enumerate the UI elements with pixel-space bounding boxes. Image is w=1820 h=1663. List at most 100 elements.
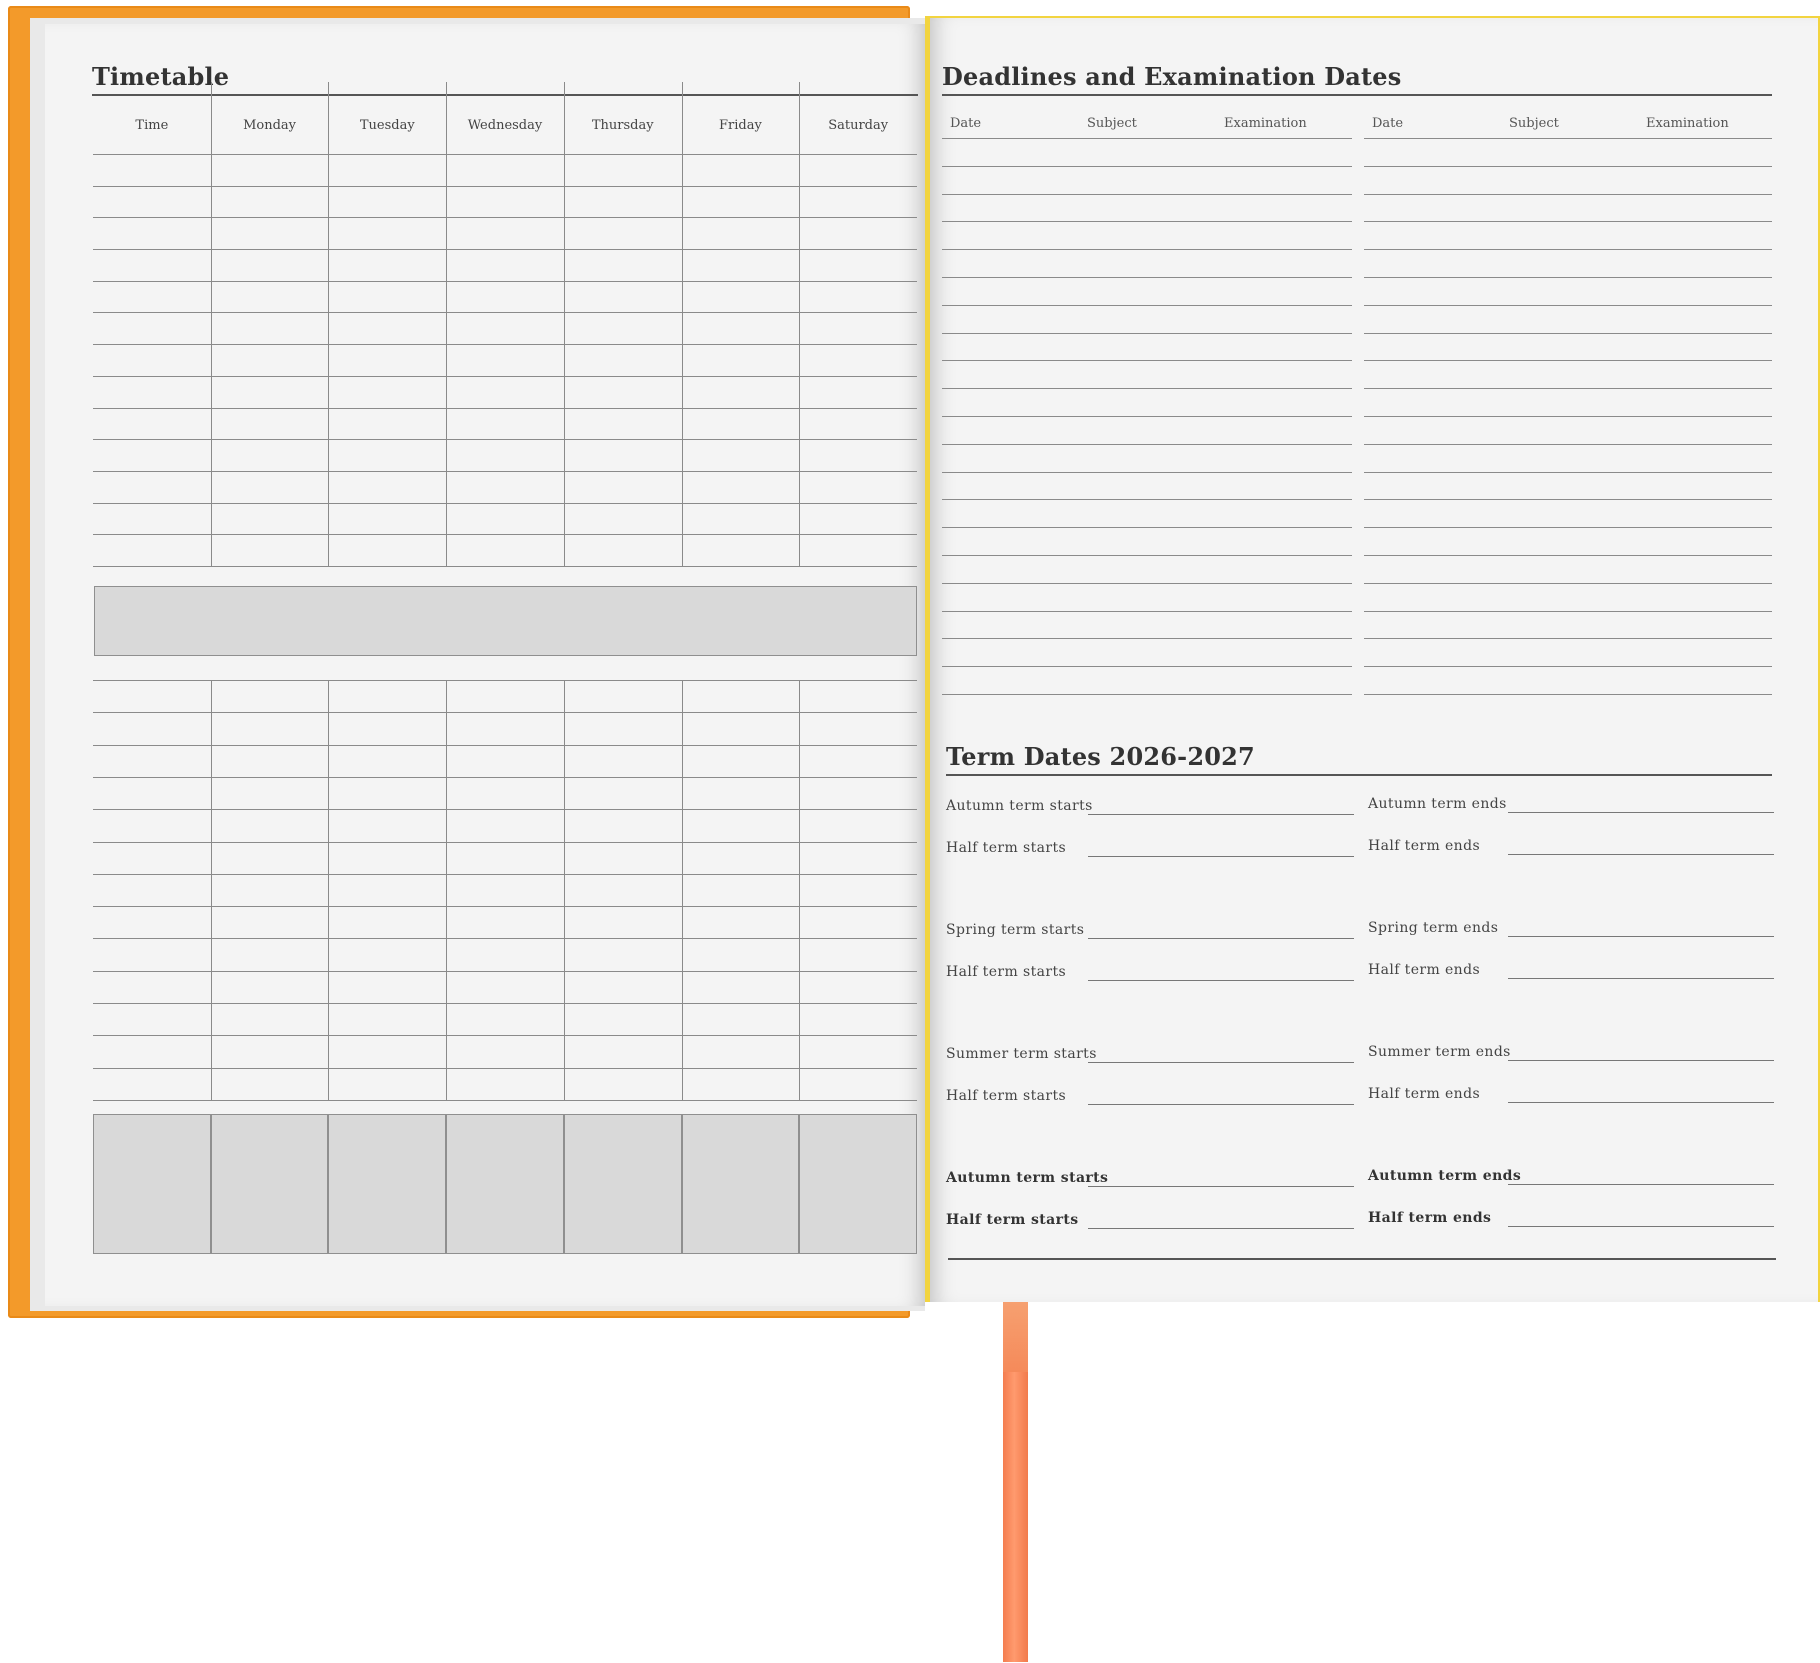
term-start-date-line[interactable] — [1088, 1104, 1354, 1105]
deadlines-entry-line[interactable] — [1364, 471, 1772, 473]
deadlines-entry-line[interactable] — [1364, 304, 1772, 306]
deadlines-entry-line[interactable] — [942, 499, 1352, 501]
timetable-bottom-block — [799, 1114, 917, 1254]
timetable-grid-upper-row-line — [93, 534, 917, 536]
term-start-label: Half term starts — [946, 1088, 1067, 1104]
deadlines-entry-line[interactable] — [942, 388, 1352, 390]
term-end-label: Autumn term ends — [1368, 796, 1507, 812]
term-end-date-line[interactable] — [1508, 936, 1774, 937]
deadlines-entry-line[interactable] — [1364, 388, 1772, 390]
deadlines-entry-line[interactable] — [1364, 582, 1772, 584]
deadlines-entry-line[interactable] — [942, 165, 1352, 167]
timetable-grid-upper-row-line — [93, 375, 917, 377]
term-end-date-line[interactable] — [1508, 1102, 1774, 1103]
term-end-label: Half term ends — [1368, 1210, 1492, 1226]
deadlines-entry-line[interactable] — [1364, 443, 1772, 445]
timetable-grid-lower-row-line — [93, 906, 917, 908]
deadlines-entry-line[interactable] — [1364, 221, 1772, 223]
term-start-date-line[interactable] — [1088, 1228, 1354, 1229]
term-start-date-line[interactable] — [1088, 1062, 1354, 1063]
timetable-grid-upper-row-line — [93, 407, 917, 409]
timetable-grid-lower-row-line — [93, 873, 917, 875]
deadlines-entry-line[interactable] — [1364, 360, 1772, 362]
term-start-label: Half term starts — [946, 964, 1067, 980]
deadlines-entry-line[interactable] — [942, 610, 1352, 612]
deadlines-entry-line[interactable] — [1364, 499, 1772, 501]
timetable-grid-lower-col-line — [799, 680, 801, 1100]
timetable-bottom-block — [328, 1114, 447, 1254]
term-end-label: Half term ends — [1368, 962, 1481, 978]
deadlines-entry-line[interactable] — [942, 416, 1352, 417]
timetable-bottom-block — [446, 1114, 564, 1254]
term-end-date-line[interactable] — [1508, 812, 1774, 813]
deadlines-entry-line[interactable] — [942, 193, 1352, 195]
ribbon-bookmark-top — [1003, 1302, 1028, 1372]
deadlines-entry-line[interactable] — [942, 277, 1352, 278]
timetable-grid-lower-row-line — [93, 1067, 917, 1069]
term-start-label: Summer term starts — [946, 1046, 1097, 1062]
timetable-grid-upper-col-line — [210, 82, 212, 566]
deadlines-entry-line[interactable] — [1364, 527, 1772, 529]
timetable-column-header: Monday — [243, 118, 297, 133]
term-start-label: Autumn term starts — [946, 1170, 1109, 1186]
deadlines-entry-line[interactable] — [1364, 638, 1772, 640]
deadlines-column-header: Examination — [1224, 116, 1307, 131]
timetable-column-header: Friday — [719, 118, 762, 133]
term-start-label: Spring term starts — [946, 922, 1085, 938]
deadlines-entry-line[interactable] — [1364, 332, 1772, 334]
deadlines-entry-line[interactable] — [942, 555, 1352, 556]
deadlines-entry-line[interactable] — [1364, 193, 1772, 195]
deadlines-entry-line[interactable] — [1364, 416, 1772, 417]
term-start-label: Autumn term starts — [946, 798, 1093, 814]
deadlines-entry-line[interactable] — [942, 249, 1352, 251]
timetable-grid-lower-row-line — [93, 1100, 917, 1101]
deadlines-entry-line[interactable] — [942, 694, 1352, 695]
deadlines-entry-line[interactable] — [1364, 277, 1772, 278]
term-dates-title: Term Dates 2026-2027 — [946, 742, 1255, 771]
deadlines-entry-line[interactable] — [942, 332, 1352, 334]
deadlines-entry-line[interactable] — [942, 666, 1352, 668]
deadlines-entry-line[interactable] — [942, 527, 1352, 529]
timetable-break-band — [94, 586, 917, 656]
deadlines-entry-line[interactable] — [942, 443, 1352, 445]
term-start-label: Half term starts — [946, 1212, 1079, 1228]
deadlines-column-header: Examination — [1646, 116, 1729, 131]
deadlines-entry-line[interactable] — [942, 304, 1352, 306]
timetable-bottom-block — [681, 1114, 800, 1254]
term-end-date-line[interactable] — [1508, 978, 1774, 979]
deadlines-entry-line[interactable] — [1364, 138, 1772, 139]
deadlines-entry-line[interactable] — [1364, 555, 1772, 556]
term-end-date-line[interactable] — [1508, 1226, 1774, 1227]
deadlines-entry-line[interactable] — [942, 221, 1352, 223]
deadlines-entry-line[interactable] — [942, 471, 1352, 473]
timetable-grid-lower-row-line — [93, 970, 917, 972]
deadlines-entry-line[interactable] — [1364, 165, 1772, 167]
timetable-grid-lower-row-line — [93, 938, 917, 940]
term-start-date-line[interactable] — [1088, 1186, 1354, 1187]
term-end-date-line[interactable] — [1508, 1060, 1774, 1061]
term-end-date-line[interactable] — [1508, 854, 1774, 855]
term-start-date-line[interactable] — [1088, 980, 1354, 981]
deadlines-entry-line[interactable] — [942, 138, 1352, 139]
deadlines-entry-line[interactable] — [942, 638, 1352, 640]
timetable-grid-lower-row-line — [93, 809, 917, 811]
deadlines-entry-line[interactable] — [1364, 666, 1772, 668]
timetable-grid-upper-row-line — [93, 154, 917, 155]
deadlines-entry-line[interactable] — [942, 360, 1352, 362]
deadlines-entry-line[interactable] — [1364, 249, 1772, 251]
term-end-label: Half term ends — [1368, 838, 1481, 854]
timetable-grid-lower-col-line — [563, 680, 565, 1100]
deadlines-column-header: Subject — [1087, 116, 1137, 131]
timetable-bottom-block — [563, 1114, 682, 1254]
timetable-grid-upper-row-line — [93, 312, 917, 314]
deadlines-entry-line[interactable] — [942, 582, 1352, 584]
term-start-date-line[interactable] — [1088, 938, 1354, 939]
term-start-date-line[interactable] — [1088, 814, 1354, 815]
deadlines-entry-line[interactable] — [1364, 694, 1772, 695]
left-page: Timetable Time Monday Tuesday Wednesday Thur… — [45, 24, 925, 1306]
deadlines-entry-line[interactable] — [1364, 610, 1772, 612]
timetable-grid-lower-row-line — [93, 776, 917, 778]
timetable-grid-upper-row-line — [93, 470, 917, 472]
term-start-date-line[interactable] — [1088, 856, 1354, 857]
term-end-date-line[interactable] — [1508, 1184, 1774, 1185]
